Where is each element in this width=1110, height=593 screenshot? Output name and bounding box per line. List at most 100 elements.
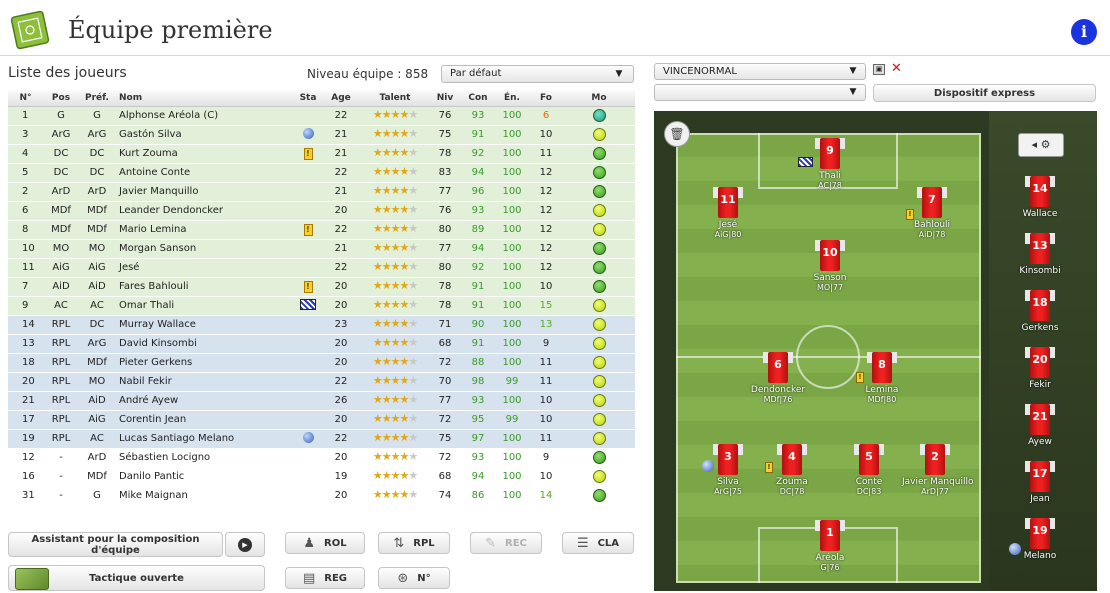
cell-age: 21: [321, 239, 361, 259]
col-header-en[interactable]: Én.: [495, 90, 529, 107]
bench-settings-toggle[interactable]: ◂ ⚙: [1018, 133, 1064, 157]
cell-age: 20: [321, 201, 361, 221]
table-row[interactable]: 16- MDf Danilo Pantic 19 ★★★★★ 68 94 100 10: [8, 467, 635, 487]
table-row[interactable]: 7 AiD AiD Fares Bahlouli! 20 ★★★★★ 78 91 100 10: [8, 277, 635, 297]
cell-num: 4: [8, 144, 43, 164]
morale-indicator-icon: [592, 280, 606, 293]
col-header-niv[interactable]: Niv: [429, 90, 461, 107]
bench-player[interactable]: 18 Gerkens: [1007, 287, 1073, 333]
nation-flag-icon[interactable]: [300, 298, 316, 310]
cla-button[interactable]: ☰ CLA: [562, 532, 634, 554]
warning-status-icon[interactable]: !: [303, 147, 313, 160]
rec-button[interactable]: ✎ REC: [470, 532, 542, 554]
rol-button[interactable]: ♟ ROL: [285, 532, 365, 554]
table-row[interactable]: 8 MDf MDf Mario Lemina! 22 ★★★★★ 80 89 100 12: [8, 220, 635, 240]
pitch-player[interactable]: 10 Sanson MO|77: [797, 237, 863, 292]
pitch-player[interactable]: 6 Dendoncker MDf|76: [745, 349, 811, 404]
cell-con: 92: [461, 144, 495, 164]
info-icon[interactable]: i: [1071, 19, 1097, 45]
cell-num: 16: [8, 467, 43, 487]
table-row[interactable]: 18 RPL MDf Pieter Gerkens 20 ★★★★★ 72 88 100 11: [8, 353, 635, 373]
international-status-icon[interactable]: [302, 431, 314, 443]
bench-player[interactable]: 20 Fekir: [1007, 344, 1073, 390]
table-row[interactable]: 3 ArG ArG Gastón Silva 21 ★★★★★ 75 91 100 10: [8, 125, 635, 145]
cell-en: 100: [495, 201, 529, 221]
table-row[interactable]: 31- G Mike Maignan 20 ★★★★★ 74 86 100 14: [8, 486, 635, 506]
formation-preset-dropdown[interactable]: VINCENORMAL ▼: [654, 63, 866, 80]
table-row[interactable]: 1 G G Alphonse Aréola (C) 22 ★★★★★ 76 93 100 6: [8, 106, 635, 126]
save-icon[interactable]: ▣: [873, 64, 885, 75]
open-tactic-label: Tactique ouverte: [89, 572, 184, 584]
rpl-label: RPL: [413, 537, 435, 549]
talent-stars-icon: ★★★★★: [372, 317, 418, 330]
col-header-fo[interactable]: Fo: [529, 90, 563, 107]
warning-status-icon[interactable]: !: [303, 223, 313, 236]
table-row[interactable]: 14 RPL DC Murray Wallace 23 ★★★★★ 71 90 100 13: [8, 315, 635, 335]
cell-con: 96: [461, 182, 495, 202]
secondary-dropdown[interactable]: ▼: [654, 84, 866, 101]
table-row[interactable]: 10 MO MO Morgan Sanson 21 ★★★★★ 77 94 100 12: [8, 239, 635, 259]
cell-name: Fares Bahlouli: [115, 277, 295, 297]
delete-icon[interactable]: ✕: [891, 61, 902, 76]
trash-icon[interactable]: 🗑: [664, 121, 690, 147]
cell-pos: RPL: [43, 372, 79, 392]
table-row[interactable]: 17 RPL AiG Corentin Jean 20 ★★★★★ 72 95 99 10: [8, 410, 635, 430]
bench-player-name: Wallace: [1022, 209, 1058, 219]
jersey-number: 9: [826, 144, 834, 157]
pitch-player[interactable]: 11 Jesé AiG|80: [695, 184, 761, 239]
col-header-age[interactable]: Age: [321, 90, 361, 107]
table-row[interactable]: 9 AC AC Omar Thali 20 ★★★★★ 78 91 100 15: [8, 296, 635, 316]
col-header-pos[interactable]: Pos: [43, 90, 79, 107]
bench-player[interactable]: 14 Wallace: [1007, 173, 1073, 219]
cell-stars: ★★★★★: [361, 144, 429, 164]
cell-name: Gastón Silva: [115, 125, 295, 145]
morale-indicator-icon: [592, 318, 606, 331]
table-row[interactable]: 6 MDf MDf Leander Dendoncker 20 ★★★★★ 76 93 100 1…: [8, 201, 635, 221]
talent-stars-icon: ★★★★★: [372, 127, 418, 140]
warning-status-icon[interactable]: !: [303, 280, 313, 293]
table-row[interactable]: 13 RPL ArG David Kinsombi 20 ★★★★★ 68 91 100 9: [8, 334, 635, 354]
reg-button[interactable]: ▤ REG: [285, 567, 365, 589]
cell-pos: RPL: [43, 315, 79, 335]
col-header-name[interactable]: Nom: [115, 90, 295, 107]
number-button[interactable]: ⊛ N°: [378, 567, 450, 589]
cell-mo: [563, 334, 635, 354]
table-row[interactable]: 5 DC DC Antoine Conte 22 ★★★★★ 83 94 100 12: [8, 163, 635, 183]
international-status-icon[interactable]: [302, 127, 314, 139]
bench-player[interactable]: 13 Kinsombi: [1007, 230, 1073, 276]
table-row[interactable]: 4 DC DC Kurt Zouma! 21 ★★★★★ 78 92 100 11: [8, 144, 635, 164]
composition-assistant-button[interactable]: Assistant pour la composition d'équipe: [8, 532, 223, 557]
col-header-con[interactable]: Con: [461, 90, 495, 107]
table-row[interactable]: 21 RPL AiD André Ayew 26 ★★★★★ 77 93 100 10: [8, 391, 635, 411]
open-tactic-button[interactable]: Tactique ouverte: [8, 565, 265, 591]
jersey-icon: 7: [917, 184, 947, 218]
col-header-mo[interactable]: Mo: [563, 90, 635, 107]
cell-pref: MDf: [79, 201, 115, 221]
pitch-player[interactable]: 5 Conte DC|83: [836, 441, 902, 496]
table-row[interactable]: 12- ArD Sébastien Locigno 20 ★★★★★ 72 93 100 9: [8, 448, 635, 468]
jersey-icon: 9: [815, 135, 845, 169]
table-row[interactable]: 2 ArD ArD Javier Manquillo 21 ★★★★★ 77 96 100 12: [8, 182, 635, 202]
cell-sta: [295, 258, 321, 278]
jersey-icon: 4: [777, 441, 807, 475]
table-row[interactable]: 19 RPL AC Lucas Santiago Melano 22 ★★★★★ 75 97 1…: [8, 429, 635, 449]
col-header-talent[interactable]: Talent: [361, 90, 429, 107]
rpl-button[interactable]: ⇅ RPL: [378, 532, 450, 554]
cell-fo: 11: [529, 353, 563, 373]
col-header-num[interactable]: N°: [8, 90, 43, 107]
cell-age: 22: [321, 106, 361, 126]
pitch-player[interactable]: 1 Aréola G|76: [797, 517, 863, 572]
table-row[interactable]: 20 RPL MO Nabil Fekir 22 ★★★★★ 70 98 99 11: [8, 372, 635, 392]
bench-player[interactable]: 21 Ayew: [1007, 401, 1073, 447]
assistant-run-button[interactable]: ▶: [225, 532, 265, 557]
cell-fo: 13: [529, 315, 563, 335]
col-header-sta[interactable]: Sta: [295, 90, 321, 107]
sort-dropdown[interactable]: Par défaut ▼: [441, 65, 634, 83]
cell-en: 100: [495, 429, 529, 449]
express-formation-button[interactable]: Dispositif express: [873, 84, 1096, 102]
cell-age: 22: [321, 163, 361, 183]
bench-player[interactable]: 17 Jean: [1007, 458, 1073, 504]
col-header-pref[interactable]: Préf.: [79, 90, 115, 107]
pitch-player[interactable]: 2 Javier Manquillo ArD|77: [902, 441, 974, 496]
table-row[interactable]: 11 AiG AiG Jesé 22 ★★★★★ 80 92 100 12: [8, 258, 635, 278]
